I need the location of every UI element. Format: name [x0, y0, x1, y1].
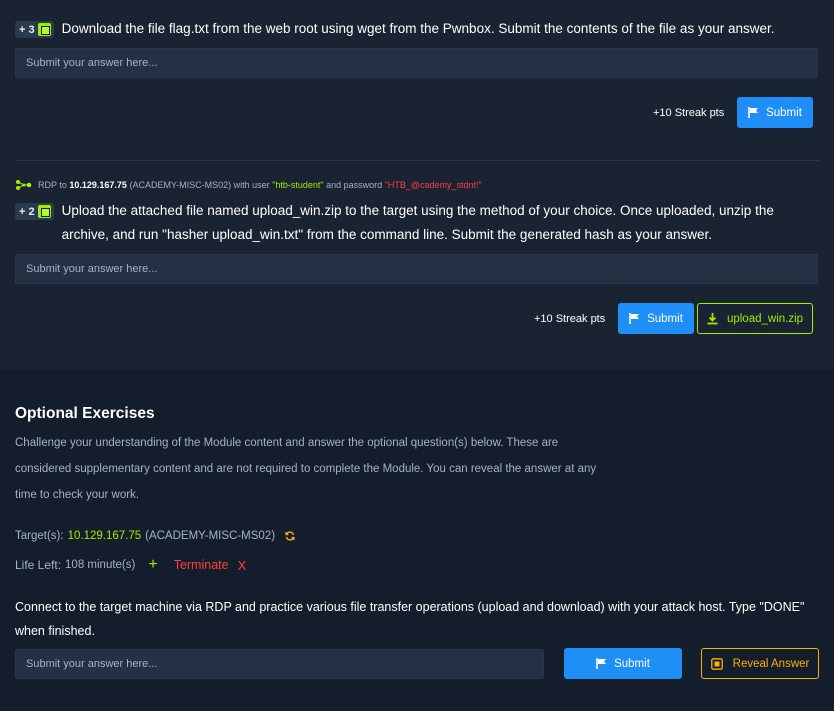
plus-icon[interactable]: +: [148, 556, 157, 574]
points-badge: + 3: [15, 21, 54, 38]
submit-button[interactable]: Submit: [737, 97, 813, 128]
divider: [15, 160, 819, 161]
submit-button[interactable]: Submit: [618, 303, 694, 334]
streak-points: +10 Streak pts: [653, 107, 725, 119]
section-title: Optional Exercises: [15, 405, 155, 422]
cube-icon: [37, 205, 51, 218]
terminate-button[interactable]: Terminate X: [174, 558, 247, 573]
question-text: Connect to the target machine via RDP an…: [15, 600, 805, 638]
points-badge: + 2: [15, 203, 54, 220]
submit-button[interactable]: Submit: [564, 648, 682, 679]
reveal-icon: [710, 657, 723, 670]
flag-icon: [629, 313, 640, 324]
answer-input[interactable]: [15, 649, 544, 679]
life-left: Life Left: 108 minute(s) + Terminate X: [15, 556, 247, 574]
answer-input[interactable]: [15, 254, 818, 284]
section-description: Challenge your understanding of the Modu…: [15, 437, 597, 501]
streak-points: +10 Streak pts: [534, 313, 606, 325]
target-info: Target(s): 10.129.167.75 (ACADEMY-MISC-M…: [15, 530, 295, 542]
download-icon: [707, 312, 718, 325]
download-file-button[interactable]: upload_win.zip: [697, 303, 813, 334]
question-text: Upload the attached file named upload_wi…: [61, 203, 774, 242]
question-1: + 3 Download the file flag.txt from the …: [15, 20, 819, 41]
answer-input[interactable]: [15, 48, 818, 78]
reveal-answer-button[interactable]: Reveal Answer: [701, 648, 819, 679]
refresh-icon[interactable]: [285, 531, 295, 541]
rdp-info: RDP to 10.129.167.75 (ACADEMY-MISC-MS02)…: [15, 179, 482, 191]
cube-icon: [37, 23, 51, 36]
question-2: + 2 Upload the attached file named uploa…: [15, 202, 819, 247]
close-icon: X: [237, 557, 247, 573]
flag-icon: [748, 107, 759, 118]
flag-icon: [596, 658, 607, 669]
question-text: Download the file flag.txt from the web …: [61, 21, 775, 36]
network-icon: [15, 179, 32, 191]
